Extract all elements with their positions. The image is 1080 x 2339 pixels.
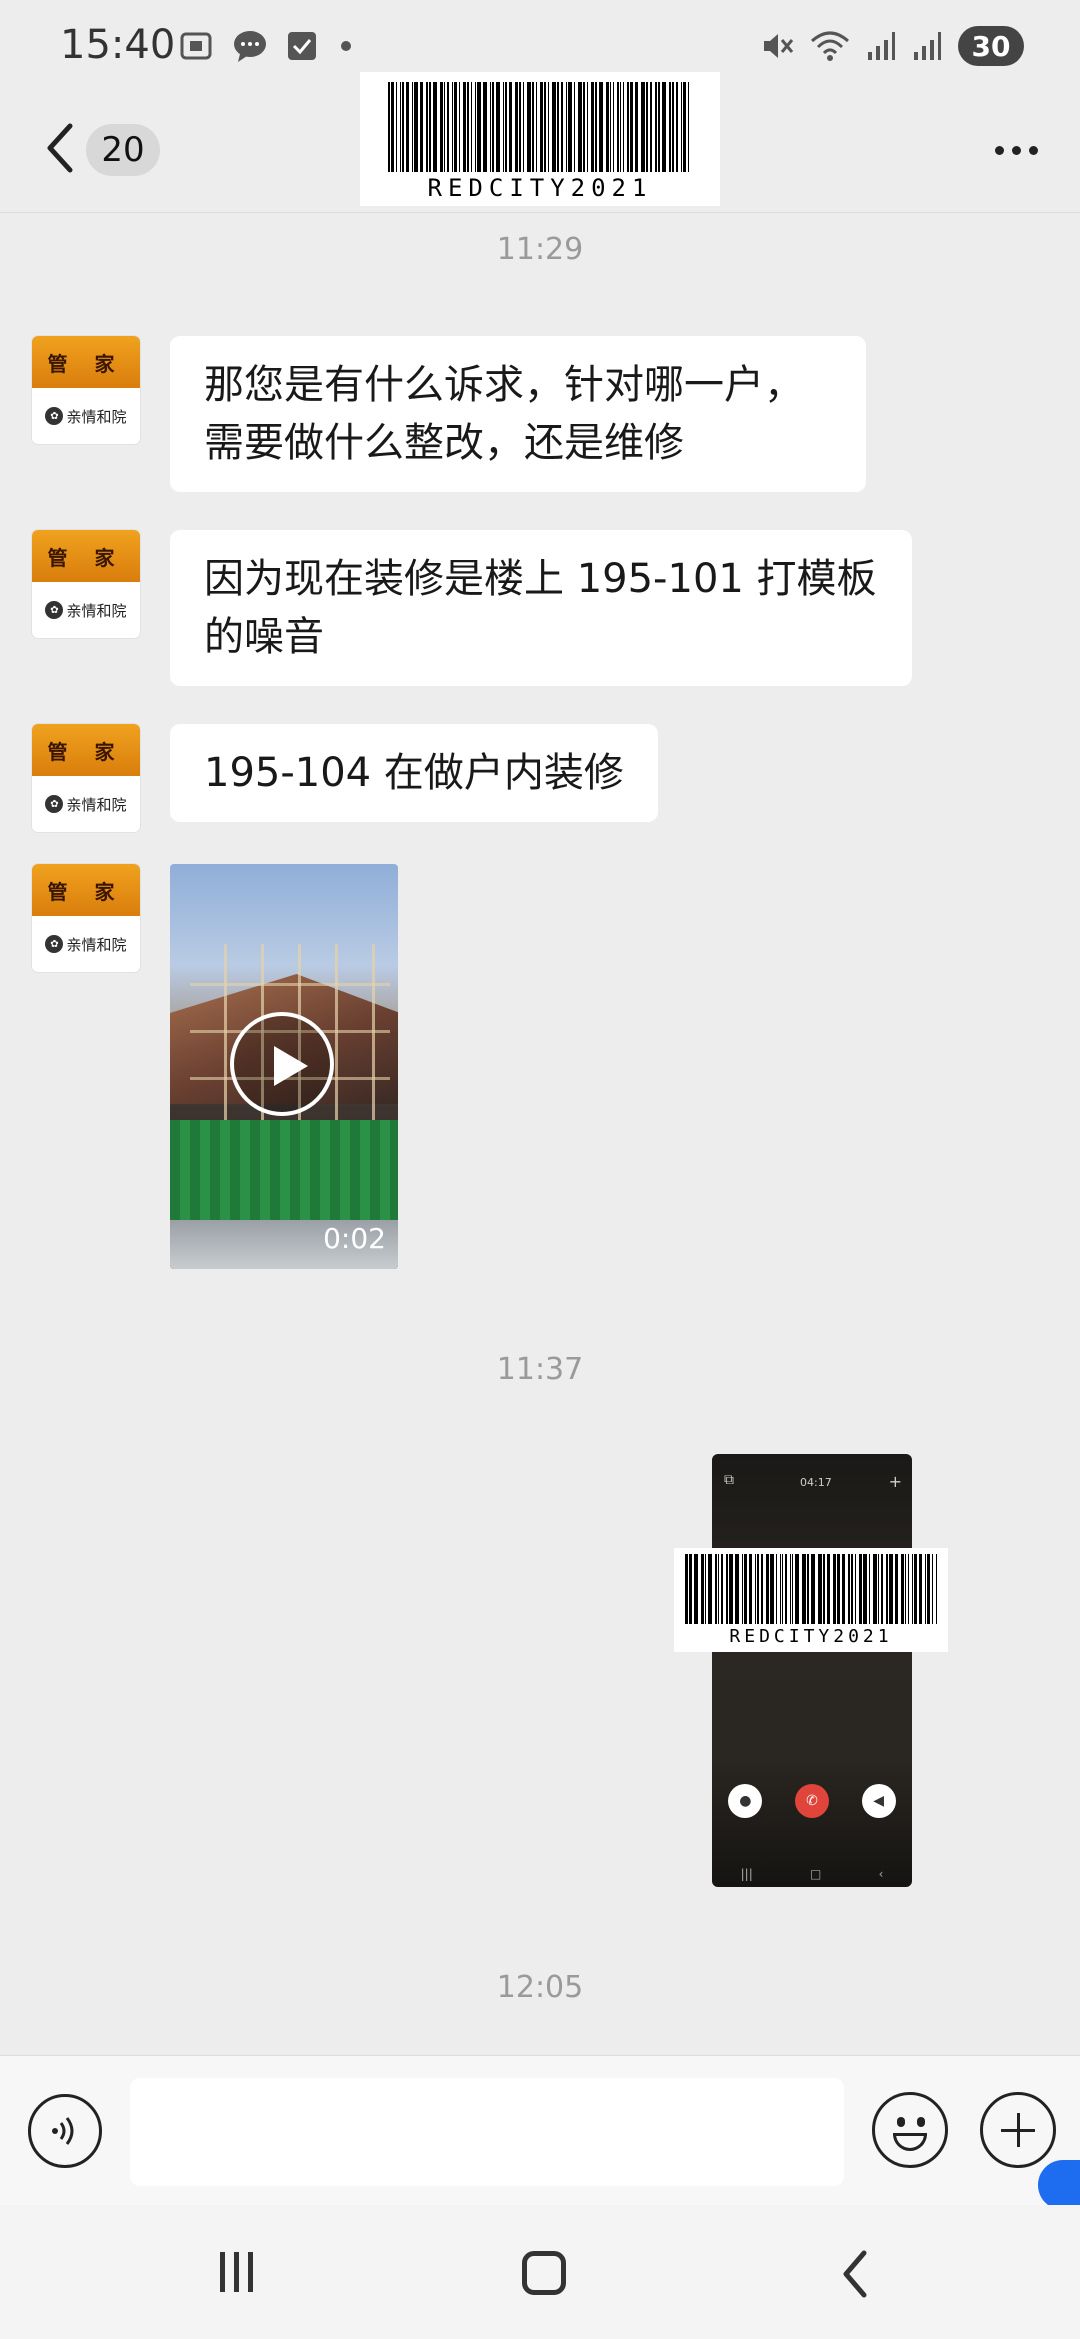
dot-icon: [341, 41, 351, 51]
screenshot-header: 04:17 + ⧉: [712, 1454, 912, 1514]
status-time: 15:40: [60, 22, 176, 68]
message-input[interactable]: [130, 2078, 844, 2186]
sender-avatar[interactable]: 管 家 ✿ 亲情和院: [32, 864, 140, 972]
message-bubble[interactable]: 195-104 在做户内装修: [170, 724, 658, 822]
avatar-subtitle: 亲情和院: [66, 601, 127, 620]
screenshot-time: 04:17: [800, 1476, 832, 1489]
microphone-icon: ●: [728, 1784, 763, 1818]
logo-icon: ✿: [45, 407, 64, 425]
message-timestamp: 11:29: [496, 232, 584, 267]
plus-icon: +: [888, 1472, 902, 1491]
watermark-barcode: REDCITY2021: [360, 72, 720, 206]
battery-indicator: 30: [958, 26, 1024, 66]
avatar-subtitle: 亲情和院: [66, 935, 127, 954]
avatar-subtitle: 亲情和院: [66, 407, 127, 426]
video-message[interactable]: 0:02: [170, 864, 398, 1269]
screenshot-call-controls: ● ✆ ◀: [712, 1784, 912, 1818]
avatar-label: 管 家: [32, 724, 140, 776]
system-navigation-bar: [0, 2205, 1080, 2339]
watermark-text: REDCITY2021: [427, 174, 653, 202]
status-icons-right: 30: [760, 26, 1024, 66]
message-timestamp: 12:05: [496, 1970, 584, 2005]
speaker-icon: ◀: [861, 1784, 896, 1818]
logo-icon: ✿: [45, 601, 64, 619]
nav-back-icon[interactable]: [836, 2247, 876, 2301]
message-icon: [234, 31, 266, 62]
message-bubble[interactable]: 那您是有什么诉求，针对哪一户，需要做什么整改，还是维修: [170, 336, 866, 492]
watermark-barcode: REDCITY2021: [674, 1548, 948, 1652]
emoji-icon[interactable]: [872, 2092, 948, 2168]
avatar-label: 管 家: [32, 864, 140, 916]
voice-input-icon[interactable]: [28, 2094, 102, 2168]
wifi-icon: [811, 31, 849, 61]
hangup-icon: ✆: [794, 1784, 829, 1818]
screenshot-navbar: ||| □ ‹: [740, 1867, 884, 1881]
play-icon[interactable]: [230, 1012, 334, 1116]
signal-icon: [868, 32, 895, 60]
logo-icon: ✿: [45, 795, 64, 813]
back-arrow-icon[interactable]: [40, 118, 90, 178]
input-bar: [0, 2055, 1080, 2206]
message-timestamp: 11:37: [496, 1352, 584, 1387]
window-icon: ⧉: [724, 1472, 734, 1488]
sender-avatar[interactable]: 管 家 ✿ 亲情和院: [32, 336, 140, 444]
sender-avatar[interactable]: 管 家 ✿ 亲情和院: [32, 530, 140, 638]
sender-avatar[interactable]: 管 家 ✿ 亲情和院: [32, 724, 140, 832]
checkbox-icon: [288, 32, 316, 60]
video-duration: 0:02: [323, 1222, 386, 1255]
image-message[interactable]: 04:17 + ⧉ ● ✆ ◀ ||| □ ‹: [712, 1454, 912, 1887]
mute-icon: [764, 34, 794, 58]
watermark-text: REDCITY2021: [729, 1626, 893, 1647]
add-attachment-icon[interactable]: [980, 2092, 1056, 2168]
status-icons-left: [178, 28, 356, 64]
logo-icon: ✿: [45, 935, 64, 953]
screenshot-icon: [180, 32, 212, 60]
video-fence: [170, 1120, 398, 1220]
more-options-button[interactable]: [986, 120, 1046, 180]
message-bubble[interactable]: 因为现在装修是楼上 195-101 打模板的噪音: [170, 530, 912, 686]
recents-icon[interactable]: [220, 2252, 253, 2292]
unread-count-badge[interactable]: 20: [86, 124, 160, 176]
avatar-label: 管 家: [32, 530, 140, 582]
avatar-subtitle: 亲情和院: [66, 795, 127, 814]
chat-header: 20 REDCITY2021: [0, 72, 1080, 213]
home-icon[interactable]: [522, 2251, 566, 2295]
signal-icon: [914, 32, 941, 60]
avatar-label: 管 家: [32, 336, 140, 388]
floating-assistant-icon[interactable]: [1038, 2160, 1080, 2210]
